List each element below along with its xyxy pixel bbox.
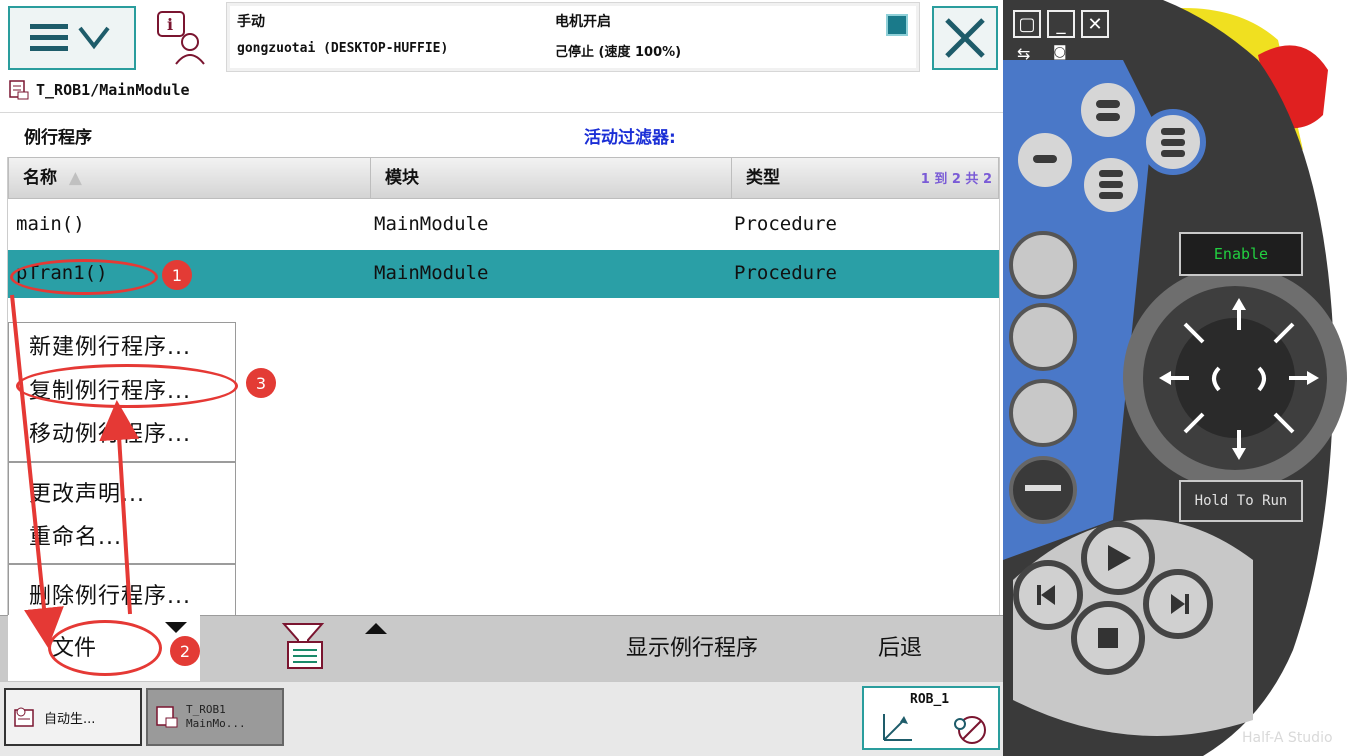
close-window-button[interactable]: ✕ xyxy=(1081,10,1109,38)
minimize-window-button[interactable]: _ xyxy=(1047,10,1075,38)
pendant-hardware-panel: ▢ _ ✕ ⇆ ◙ Enable Hold To Run xyxy=(1003,0,1350,756)
flexpendant-screen: i 手动 gongzuotai (DESKTOP-HUFFIE) 电机开启 己停… xyxy=(0,0,1003,756)
watermark: Half-A Studio xyxy=(1242,730,1333,746)
swap-icon[interactable]: ⇆ xyxy=(1017,44,1030,63)
camera-icon[interactable]: ◙ xyxy=(1053,44,1067,60)
enable-button[interactable]: Enable xyxy=(1179,232,1303,276)
pendant-body xyxy=(1003,0,1347,756)
restore-window-button[interactable]: ▢ xyxy=(1013,10,1041,38)
hold-to-run-button[interactable]: Hold To Run xyxy=(1179,480,1303,522)
annotation-arrows xyxy=(10,294,140,648)
